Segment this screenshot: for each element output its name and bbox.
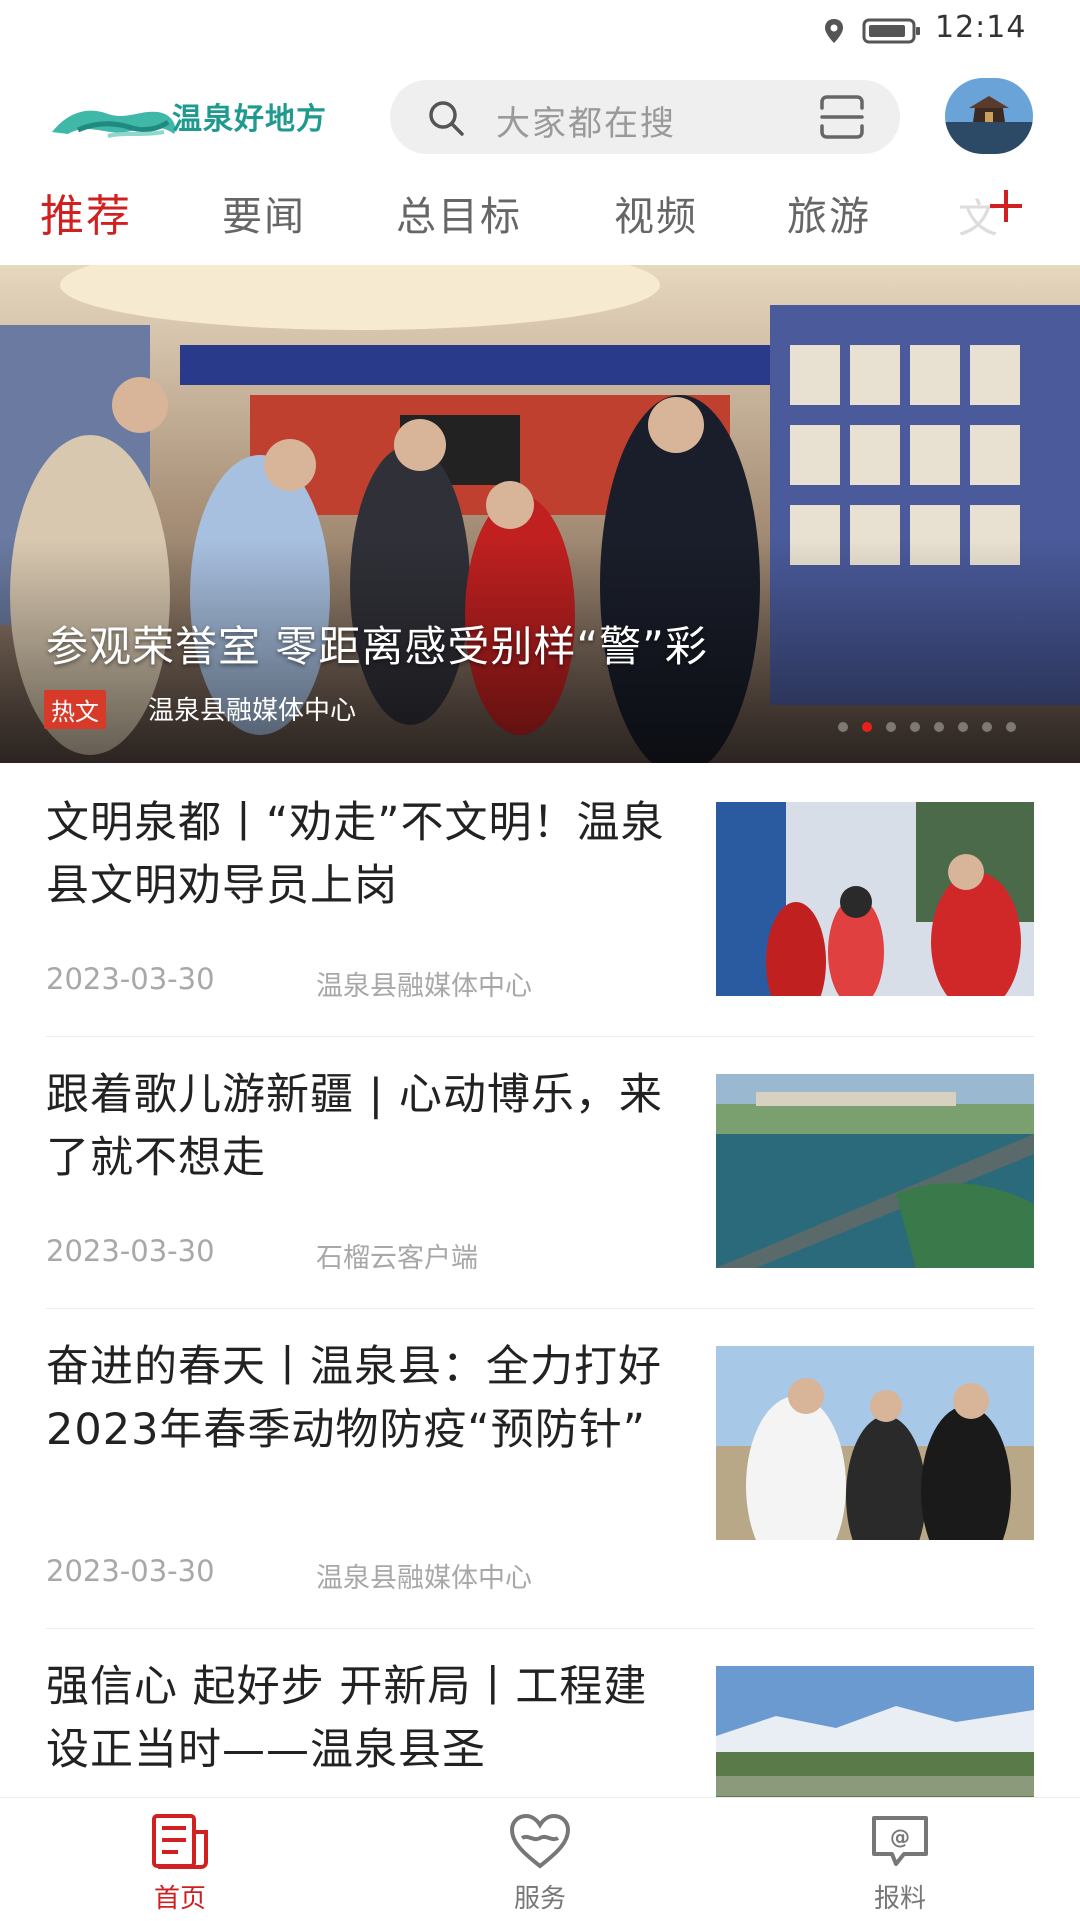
tab-travel[interactable]: 旅游 [787, 184, 871, 242]
carousel-dot[interactable] [934, 722, 944, 732]
carousel-dot[interactable] [958, 722, 968, 732]
carousel-dot[interactable] [886, 722, 896, 732]
news-thumbnail [716, 1074, 1034, 1268]
news-thumbnail [716, 1346, 1034, 1540]
news-date: 2023-03-30 [46, 962, 215, 996]
news-source: 温泉县融媒体中心 [316, 1563, 532, 1594]
search-icon [429, 101, 464, 136]
heart-icon [509, 1813, 571, 1869]
tab-headlines[interactable]: 要闻 [222, 184, 306, 242]
news-icon [152, 1814, 208, 1869]
tab-goals[interactable]: 总目标 [396, 184, 522, 242]
news-title: 奋进的春天丨温泉县：全力打好2023年春季动物防疫“预防针” [46, 1342, 662, 1455]
nav-service[interactable]: 服务 [450, 1798, 630, 1921]
message-icon: @ [872, 1816, 928, 1866]
tab-video[interactable]: 视频 [614, 184, 698, 242]
hero-banner[interactable]: 参观荣誉室 零距离感受别样“警”彩 热文 温泉县融媒体中心 [0, 265, 1080, 763]
nav-report[interactable]: @ 报料 [810, 1798, 990, 1921]
logo-text: 温泉好地方 [172, 102, 327, 137]
carousel-dot[interactable] [1006, 722, 1016, 732]
status-bar: 12:14 [0, 0, 1080, 64]
news-title: 文明泉都丨“劝走”不文明！温泉县文明劝导员上岗 [46, 798, 665, 911]
news-source: 石榴云客户端 [316, 1243, 478, 1274]
news-item[interactable]: 跟着歌儿游新疆 | 心动博乐，来了就不想走 2023-03-30 石榴云客户端 [46, 1036, 1034, 1309]
carousel-dot[interactable] [982, 722, 992, 732]
news-thumbnail [716, 802, 1034, 996]
nav-home-label: 首页 [153, 1884, 206, 1914]
carousel-dot[interactable] [862, 722, 872, 732]
location-icon [825, 19, 843, 43]
news-item[interactable]: 文明泉都丨“劝走”不文明！温泉县文明劝导员上岗 2023-03-30 温泉县融媒… [46, 764, 1034, 1037]
tab-recommend[interactable]: 推荐 [40, 180, 132, 244]
news-item[interactable]: 奋进的春天丨温泉县：全力打好2023年春季动物防疫“预防针” 2023-03-3… [46, 1308, 1034, 1629]
news-source: 温泉县融媒体中心 [316, 971, 532, 1002]
carousel-indicator[interactable] [838, 717, 1030, 732]
carousel-dot[interactable] [838, 722, 848, 732]
search-placeholder: 大家都在搜 [496, 104, 676, 144]
header: 温泉好地方 大家都在搜 [0, 64, 1080, 174]
news-date: 2023-03-30 [46, 1234, 215, 1268]
avatar[interactable] [945, 78, 1033, 154]
nav-report-label: 报料 [873, 1884, 926, 1914]
svg-text:@: @ [890, 1825, 910, 1849]
news-title: 跟着歌儿游新疆 | 心动博乐，来了就不想走 [46, 1070, 663, 1183]
hero-source: 温泉县融媒体中心 [148, 696, 357, 726]
channel-tabs: 推荐 要闻 总目标 视频 旅游 文 [0, 174, 1080, 266]
hot-badge: 热文 [44, 690, 106, 729]
plus-icon[interactable] [988, 188, 1024, 224]
hero-title: 参观荣誉室 零距离感受别样“警”彩 [46, 622, 708, 671]
carousel-dot[interactable] [910, 722, 920, 732]
battery-icon [862, 18, 920, 44]
bottom-nav: 首页 服务 @ 报料 [0, 1797, 1080, 1921]
nav-home[interactable]: 首页 [90, 1798, 270, 1921]
news-date: 2023-03-30 [46, 1554, 215, 1588]
status-time: 12:14 [935, 10, 1027, 45]
hero-image [0, 265, 1080, 763]
search-bar[interactable]: 大家都在搜 [390, 80, 900, 154]
news-title: 强信心 起好步 开新局丨工程建设正当时——温泉县圣 [46, 1662, 648, 1775]
nav-service-label: 服务 [513, 1884, 566, 1914]
scan-icon[interactable] [818, 94, 866, 140]
